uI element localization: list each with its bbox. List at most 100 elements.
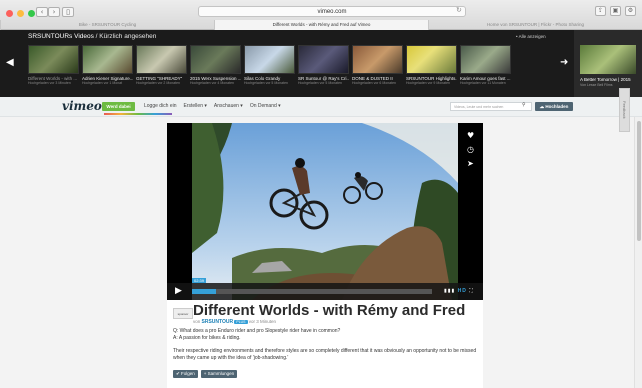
login-link[interactable]: Logge dich ein xyxy=(144,103,177,109)
strip-next-arrow-icon[interactable]: ➜ xyxy=(560,57,568,68)
minimize-window-button[interactable] xyxy=(17,10,24,17)
like-icon[interactable]: ♥ xyxy=(467,131,474,140)
forward-icon[interactable]: › xyxy=(48,7,60,17)
next-video-thumbnail xyxy=(580,45,636,74)
scrollbar[interactable] xyxy=(634,117,642,388)
strip-channel-link[interactable]: SRSUNTOURs Videos xyxy=(28,33,94,40)
vimeo-logo[interactable]: vimeo xyxy=(62,99,102,113)
thumbnail-sub: Hochgeladen vor 11 Monaten xyxy=(460,81,506,85)
reload-icon[interactable]: ↻ xyxy=(456,6,462,14)
thumbnail-item[interactable]: Different Worlds - with ... Hochgeladen v… xyxy=(28,45,79,85)
thumbnail-sub: Hochgeladen vor 6 Monaten xyxy=(352,81,396,85)
thumbnail-image xyxy=(244,45,295,74)
description-line-3: Their respective riding environments and… xyxy=(173,348,477,361)
thumbnail-image xyxy=(352,45,403,74)
channel-link[interactable]: SRSUNTOUR xyxy=(202,319,234,325)
thumbnail-item[interactable]: 2015 Werx Suspension ... Hochgeladen vor … xyxy=(190,45,241,85)
thumbnail-sub: Hochgeladen vor 5 Monaten xyxy=(298,81,342,85)
share-icon[interactable]: ⇪ xyxy=(595,6,606,16)
next-video-panel[interactable]: A Better Tomorrow | 2015 Von Lesse Bell … xyxy=(574,30,642,97)
on-demand-menu[interactable]: On Demand ▾ xyxy=(250,103,281,109)
video-description: Q: What does a pro Enduro rider and pro … xyxy=(173,328,477,362)
sponsor-badge: sponsor xyxy=(173,308,193,319)
thumbnail-item[interactable]: Adrien Kiener Signature... Hochgeladen vo… xyxy=(82,45,133,85)
back-icon[interactable]: ‹ xyxy=(36,7,48,17)
main-menu: Logge dich ein Erstellen ▾ Anschauen ▾ O… xyxy=(144,103,281,109)
share-video-icon[interactable]: ➤ xyxy=(467,159,474,168)
browser-chrome: ‹ › ▯ vimeo.com ↻ ⇪ ▣ ⚙ Bike - SRSUNTOUR… xyxy=(0,0,642,30)
address-bar[interactable]: vimeo.com xyxy=(198,6,466,17)
video-still xyxy=(192,123,458,300)
watch-later-icon[interactable]: ◷ xyxy=(467,145,474,154)
upload-age: vor 3 Minuten xyxy=(248,319,277,324)
next-video-sub: Von Lesse Bell Films xyxy=(580,83,613,87)
tabs-overview-icon[interactable]: ▣ xyxy=(610,6,621,16)
volume-icon[interactable]: ▮▮▮ xyxy=(444,288,455,294)
video-title: Different Worlds - with Rémy and Fred xyxy=(193,302,466,319)
video-player[interactable]: ♥ ◷ ➤ ▶ 02:39 ▮▮▮ HD ⛶ xyxy=(167,123,483,300)
description-line-2: A: A passion for bikes & riding. xyxy=(173,335,241,341)
tab-suntour-cycling[interactable]: Bike - SRSUNTOUR Cycling xyxy=(0,20,214,30)
upload-button[interactable]: ☁ Hochladen xyxy=(535,102,573,111)
search-icon[interactable]: ⚲ xyxy=(522,102,526,108)
strip-title: SRSUNTOURs Videos / Kürzlich angesehen xyxy=(28,33,156,40)
progress-bar[interactable] xyxy=(192,289,432,294)
video-info: sponsor Different Worlds - with Rémy and… xyxy=(167,300,483,388)
thumbnail-sub: Hochgeladen vor 4 Monaten xyxy=(190,81,234,85)
thumbnail-sub: Hochgeladen vor 9 Monaten xyxy=(406,81,450,85)
brand-stripe xyxy=(104,113,172,115)
collections-button[interactable]: + Sammlungen xyxy=(200,370,238,378)
plus-badge: PLUS xyxy=(234,320,248,324)
thumbnail-image xyxy=(460,45,511,74)
thumbnail-item[interactable]: Karim Amour goes fast ... Hochgeladen vor… xyxy=(460,45,511,85)
thumbnail-item[interactable]: SR Suntour @ Ray's Cri... Hochgeladen vor… xyxy=(298,45,349,85)
feedback-tab[interactable]: Feedback xyxy=(619,88,630,132)
byline-prefix: von xyxy=(193,319,201,324)
close-window-button[interactable] xyxy=(6,10,13,17)
thumbnail-item[interactable]: SRSUNTOUR Highlights... Hochgeladen vor 9… xyxy=(406,45,457,85)
join-button[interactable]: Werd dabei xyxy=(102,102,135,111)
create-menu[interactable]: Erstellen ▾ xyxy=(184,103,207,109)
recently-viewed-strip: SRSUNTOURs Videos / Kürzlich angesehen •… xyxy=(0,30,642,97)
show-all-link[interactable]: • Alle anzeigen xyxy=(516,34,546,39)
thumbnail-sub: Hochgeladen vor 2 Monaten xyxy=(136,81,180,85)
thumbnail-image xyxy=(406,45,457,74)
thumbnail-sub: Hochgeladen vor 5 Monaten xyxy=(244,81,288,85)
player-controls: ▶ 02:39 ▮▮▮ HD ⛶ xyxy=(167,278,483,300)
tab-vimeo-video[interactable]: Different Worlds - with Rémy and Fred au… xyxy=(214,20,428,30)
next-video-title: A Better Tomorrow | 2015 xyxy=(580,77,631,82)
action-buttons: ✔ Folgen + Sammlungen xyxy=(173,370,238,378)
fullscreen-icon[interactable]: ⛶ xyxy=(469,288,474,294)
scrollbar-thumb[interactable] xyxy=(637,121,641,241)
thumbnail-item[interactable]: DONE & DUSTED II Hochgeladen vor 6 Monate… xyxy=(352,45,403,85)
video-byline: von SRSUNTOUR PLUS vor 3 Minuten xyxy=(193,319,276,325)
tab-flickr[interactable]: Home von SRSUNTOUR | Flickr - Photo Shar… xyxy=(428,20,642,30)
maximize-window-button[interactable] xyxy=(28,10,35,17)
watch-menu[interactable]: Anschauen ▾ xyxy=(214,103,243,109)
hd-toggle[interactable]: HD xyxy=(458,288,467,294)
thumbnail-item[interactable]: GETTING "SHREADY" Hochgeladen vor 2 Monat… xyxy=(136,45,187,85)
toolbar-right: ⇪ ▣ ⚙ xyxy=(595,6,636,16)
player-right-controls: ▮▮▮ HD ⛶ xyxy=(444,288,474,294)
thumbnail-image xyxy=(190,45,241,74)
description-line-1: Q: What does a pro Enduro rider and pro … xyxy=(173,328,341,334)
follow-button[interactable]: ✔ Folgen xyxy=(173,370,198,378)
thumbnail-sub: Hochgeladen vor 1 Monat xyxy=(82,81,123,85)
play-icon[interactable]: ▶ xyxy=(175,286,182,296)
thumbnail-sub: Hochgeladen vor 3 Minuten xyxy=(28,81,71,85)
extensions-icon[interactable]: ⚙ xyxy=(625,6,636,16)
thumbnail-image xyxy=(82,45,133,74)
thumbnail-image xyxy=(298,45,349,74)
sidebar-icon[interactable]: ▯ xyxy=(62,7,74,17)
thumbnail-list: Different Worlds - with ... Hochgeladen v… xyxy=(28,45,511,85)
video-frame[interactable] xyxy=(192,123,458,300)
tab-bar: Bike - SRSUNTOUR Cycling Different World… xyxy=(0,20,642,30)
thumbnail-item[interactable]: Silas Colo Grandy Hochgeladen vor 5 Monat… xyxy=(244,45,295,85)
thumbnail-image xyxy=(136,45,187,74)
site-header: vimeo Werd dabei Logge dich ein Erstelle… xyxy=(0,97,642,117)
strip-prev-arrow-icon[interactable]: ◀ xyxy=(6,57,14,68)
progress-fill xyxy=(192,289,216,294)
time-display: 02:39 xyxy=(192,278,207,283)
search-input[interactable]: Videos, Leute und mehr suchen xyxy=(450,102,532,111)
strip-subtitle: Kürzlich angesehen xyxy=(99,33,157,40)
